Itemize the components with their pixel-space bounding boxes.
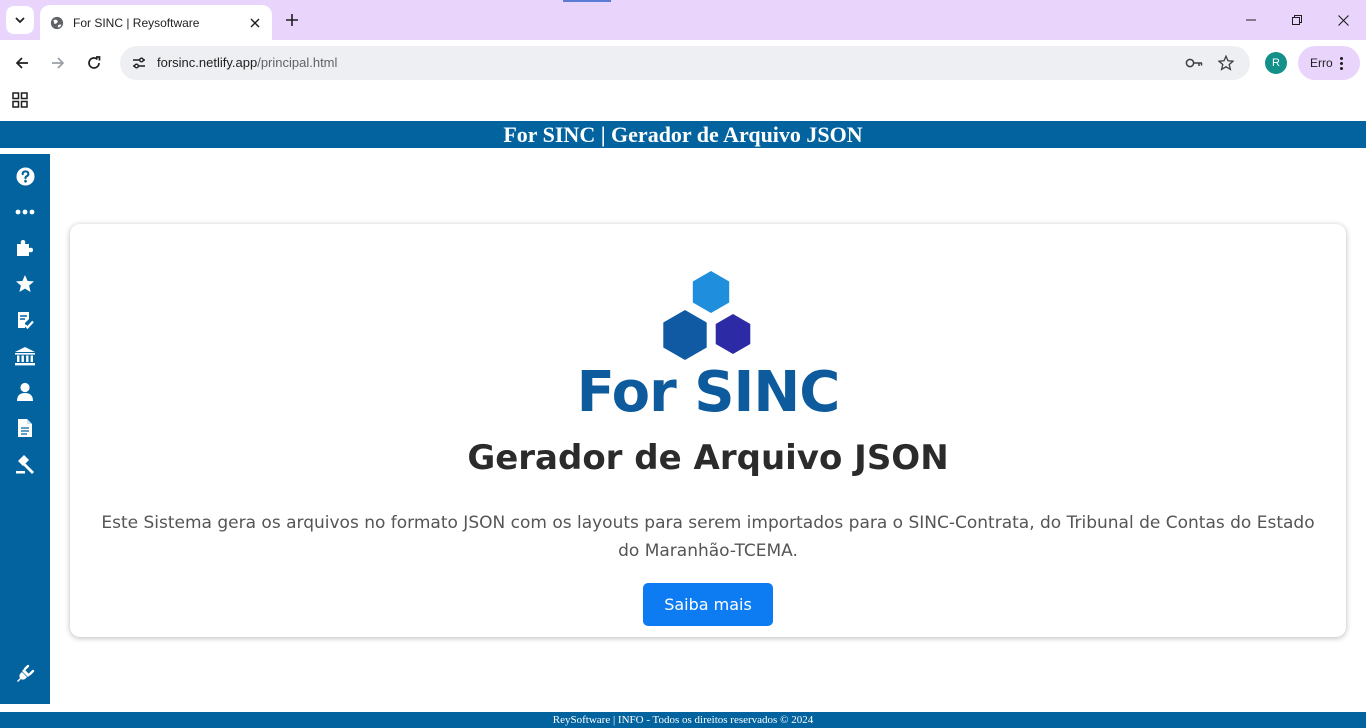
page-header-title: For SINC | Gerador de Arquivo JSON <box>503 121 863 147</box>
bank-icon <box>15 347 35 366</box>
contracts-link[interactable] <box>13 308 37 332</box>
address-bar[interactable]: forsinc.netlify.app/principal.html <box>120 46 1250 80</box>
profile-error-label: Erro <box>1310 56 1333 70</box>
star-outline-icon <box>1218 55 1234 71</box>
page-footer: ReySoftware | INFO - Todos os direitos r… <box>0 712 1366 728</box>
browser-tabstrip: For SINC | Reysoftware <box>0 0 1366 40</box>
sidebar <box>0 154 50 704</box>
legal-link[interactable] <box>13 452 37 476</box>
modules-link[interactable] <box>13 236 37 260</box>
minimize-button[interactable] <box>1228 0 1274 40</box>
connection-link[interactable] <box>13 662 37 686</box>
browser-tab-active[interactable]: For SINC | Reysoftware <box>40 5 272 40</box>
chevron-down-icon <box>15 17 25 24</box>
user-icon <box>17 382 33 401</box>
documents-link[interactable] <box>13 416 37 440</box>
plus-icon <box>286 14 298 26</box>
reload-button[interactable] <box>80 49 108 77</box>
page-header: For SINC | Gerador de Arquivo JSON <box>0 121 1366 148</box>
footer-text: ReySoftware | INFO - Todos os direitos r… <box>552 714 814 726</box>
new-tab-button[interactable] <box>280 8 304 32</box>
document-icon <box>18 419 32 437</box>
minimize-icon <box>1246 19 1256 21</box>
apps-grid-icon[interactable] <box>12 92 28 108</box>
card-description: Este Sistema gera os arquivos no formato… <box>101 513 1315 561</box>
back-button[interactable] <box>8 49 36 77</box>
favorites-link[interactable] <box>13 272 37 296</box>
url-host: forsinc.netlify.app <box>157 55 258 70</box>
more-icon <box>15 209 35 215</box>
profile-avatar[interactable]: R <box>1265 52 1287 74</box>
globe-icon <box>50 16 64 29</box>
tabstrip-accent <box>563 0 611 2</box>
bookmark-star-button[interactable] <box>1214 51 1238 75</box>
tab-search-button[interactable] <box>6 6 34 34</box>
help-link[interactable] <box>13 164 37 188</box>
users-link[interactable] <box>13 380 37 404</box>
close-icon <box>1337 14 1349 26</box>
question-icon <box>15 166 35 186</box>
kebab-menu-icon <box>1339 56 1344 70</box>
restore-icon <box>1292 15 1302 25</box>
close-window-button[interactable] <box>1320 0 1366 40</box>
browser-toolbar: forsinc.netlify.app/principal.html R Err… <box>0 40 1366 86</box>
star-icon <box>16 275 34 292</box>
tab-close-button[interactable] <box>242 10 268 36</box>
url-text: forsinc.netlify.app/principal.html <box>157 55 337 70</box>
institutions-link[interactable] <box>13 344 37 368</box>
restore-button[interactable] <box>1274 0 1320 40</box>
intro-card: For SINC Gerador de Arquivo JSON Este Si… <box>70 224 1346 637</box>
forward-button[interactable] <box>44 49 72 77</box>
card-title: Gerador de Arquivo JSON <box>467 438 949 478</box>
site-info-button[interactable] <box>126 50 152 76</box>
key-icon <box>1185 58 1203 68</box>
learn-more-button[interactable]: Saiba mais <box>643 583 773 626</box>
arrow-left-icon <box>15 57 28 69</box>
for-sinc-logo-icon <box>663 271 751 360</box>
profile-error-button[interactable]: Erro <box>1298 46 1360 80</box>
gavel-icon <box>16 455 34 474</box>
bookmarks-bar <box>0 86 1366 120</box>
checklist-icon <box>18 312 34 329</box>
close-icon <box>250 18 260 27</box>
plug-icon <box>17 664 35 682</box>
tab-title: For SINC | Reysoftware <box>73 15 200 30</box>
reload-icon <box>88 56 101 69</box>
more-link[interactable] <box>13 200 37 224</box>
arrow-right-icon <box>52 57 65 69</box>
puzzle-icon <box>17 240 33 256</box>
password-key-button[interactable] <box>1182 51 1206 75</box>
logo-wordmark: For SINC <box>576 360 841 425</box>
url-path: /principal.html <box>257 55 338 70</box>
tune-icon <box>133 57 145 69</box>
